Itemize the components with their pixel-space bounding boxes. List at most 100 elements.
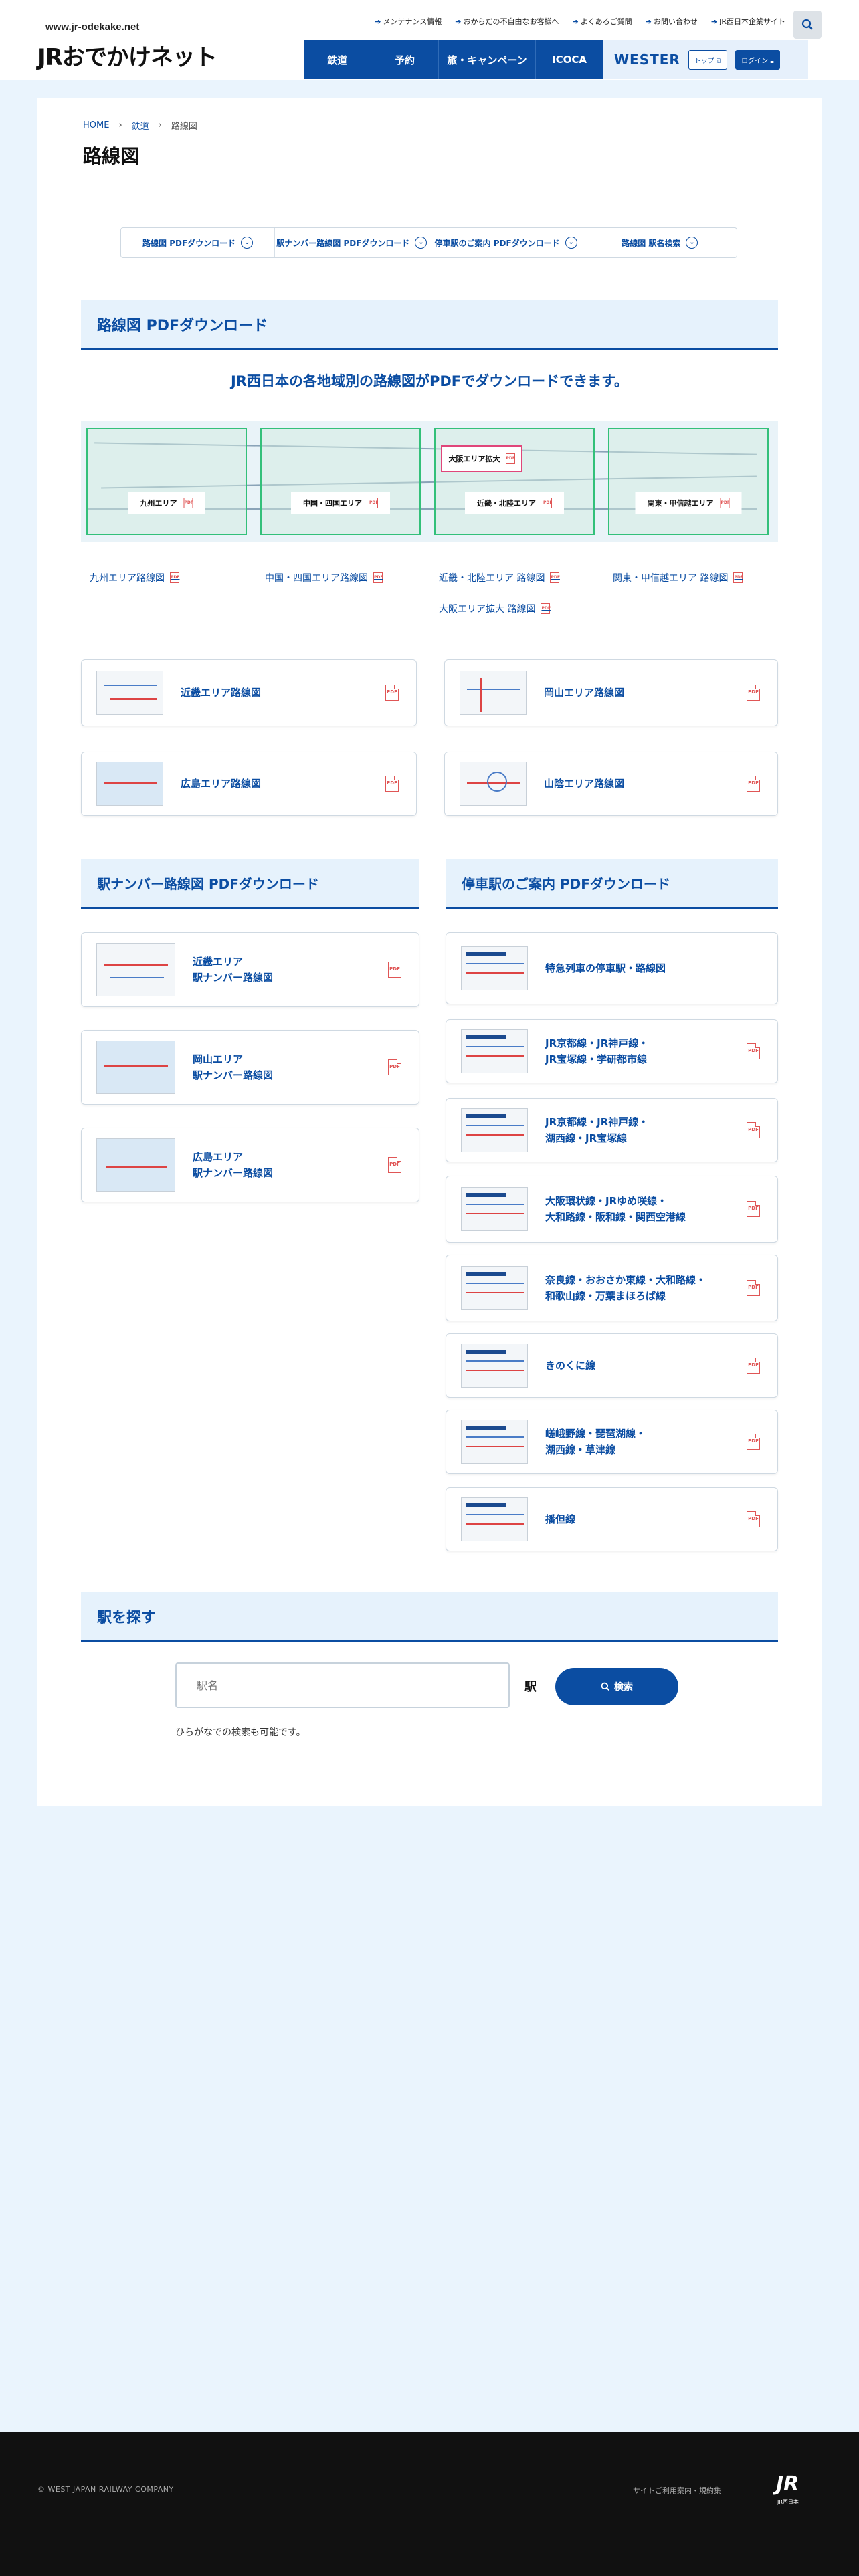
breadcrumb-home[interactable]: HOME: [83, 120, 109, 130]
breadcrumb-railway[interactable]: 鉄道: [132, 119, 149, 132]
table-thumbnail: [461, 1497, 528, 1541]
pdf-card-stops[interactable]: 大阪環状線・JRゆめ咲線・ 大和路線・阪和線・関西空港線 PDF: [446, 1176, 778, 1243]
pdf-icon: PDF: [747, 1358, 760, 1374]
wester-login-button[interactable]: ログイン 🔒︎: [735, 49, 780, 70]
chevron-down-icon: ⌄: [565, 237, 577, 249]
map-label: 関東・甲信越エリア PDF: [635, 492, 742, 514]
anchor-stops[interactable]: 停車駅のご案内 PDFダウンロード ⌄: [430, 228, 583, 257]
site-logo[interactable]: JRおでかけネット: [37, 39, 217, 72]
site-url: www.jr-odekake.net: [45, 21, 140, 33]
pdf-card-hiroshima-area[interactable]: 広島エリア路線図 PDF: [81, 752, 417, 816]
pdf-icon: PDF: [369, 498, 378, 508]
pdf-card-sanin-area[interactable]: 山陰エリア路線図 PDF: [444, 752, 778, 816]
anchor-nav: 路線図 PDFダウンロード ⌄ 駅ナンバー路線図 PDFダウンロード ⌄ 停車駅のご…: [120, 227, 737, 258]
pdf-icon: PDF: [747, 1043, 760, 1059]
pdf-card-stops[interactable]: 特急列車の停車駅・路線図: [446, 932, 778, 1004]
pdf-icon: PDF: [373, 572, 383, 583]
pdf-card-stops[interactable]: 播但線 PDF: [446, 1487, 778, 1551]
table-thumbnail: [461, 1344, 528, 1388]
search-icon: [801, 19, 813, 30]
station-search-input[interactable]: [175, 1662, 510, 1708]
jr-west-logo-text: JR西日本: [777, 2499, 799, 2505]
arrow-icon: ➔: [375, 17, 381, 26]
pdf-icon: PDF: [505, 453, 515, 464]
pdf-card-stops[interactable]: JR京都線・JR神戸線・ 湖西線・JR宝塚線 PDF: [446, 1098, 778, 1162]
pdf-icon: PDF: [747, 776, 760, 792]
util-link-contact[interactable]: ➔ お問い合わせ: [646, 16, 698, 27]
link-kanto-map[interactable]: 関東・甲信越エリア 路線図 PDF: [613, 571, 743, 584]
anchor-station-search[interactable]: 路線図 駅名検索 ⌄: [583, 228, 737, 257]
map-thumbnail: [460, 671, 527, 715]
pdf-icon: PDF: [747, 1511, 760, 1527]
pdf-icon: PDF: [733, 572, 743, 583]
section-heading-station-number: 駅ナンバー路線図 PDFダウンロード: [81, 859, 419, 909]
link-osaka-enlarged-map[interactable]: 大阪エリア拡大 路線図 PDF: [439, 602, 551, 615]
external-link-icon: ⧉: [717, 57, 722, 65]
wester-area: WESTER トップ ⧉ ログイン 🔒︎: [603, 40, 808, 79]
pdf-card-stops[interactable]: 嵯峨野線・琵琶湖線・ 湖西線・草津線 PDF: [446, 1410, 778, 1474]
breadcrumb-current: 路線図: [171, 122, 197, 132]
pdf-card-okayama-area[interactable]: 岡山エリア路線図 PDF: [444, 659, 778, 726]
pdf-card-stops[interactable]: きのくに線 PDF: [446, 1333, 778, 1398]
pdf-icon: PDF: [550, 572, 560, 583]
pdf-icon: PDF: [170, 572, 179, 583]
pdf-icon: PDF: [747, 1434, 760, 1450]
anchor-station-number[interactable]: 駅ナンバー路線図 PDFダウンロード ⌄: [275, 228, 430, 257]
station-search-button[interactable]: 検索: [555, 1668, 678, 1705]
map-area-osaka-enlarged[interactable]: 大阪エリア拡大 PDF: [441, 445, 522, 472]
section-heading-station-search: 駅を探す: [81, 1592, 778, 1642]
map-thumbnail: [96, 671, 163, 715]
pdf-icon: PDF: [385, 685, 399, 701]
header-search-button[interactable]: [793, 11, 822, 39]
pdf-card-stops[interactable]: 奈良線・おおさか東線・大和路線・ 和歌山線・万葉まほろば線 PDF: [446, 1255, 778, 1321]
section-heading-route-map: 路線図 PDFダウンロード: [81, 300, 778, 350]
pdf-icon: PDF: [388, 1157, 401, 1173]
chevron-down-icon: ⌄: [686, 237, 698, 249]
wester-logo[interactable]: WESTER: [614, 51, 680, 68]
link-kyushu-map[interactable]: 九州エリア路線図 PDF: [90, 571, 179, 584]
wester-top-button[interactable]: トップ ⧉: [688, 49, 728, 70]
map-thumbnail: [460, 762, 527, 806]
map-area-chugoku-shikoku[interactable]: 中国・四国エリア PDF: [260, 428, 421, 535]
jr-west-logo[interactable]: JR: [776, 2474, 799, 2494]
map-area-kinki-hokuriku[interactable]: 近畿・北陸エリア PDF: [434, 428, 595, 535]
anchor-route-map[interactable]: 路線図 PDFダウンロード ⌄: [121, 228, 276, 257]
pdf-icon: PDF: [543, 498, 552, 508]
station-suffix: 駅: [524, 1680, 537, 1694]
map-thumbnail: [96, 762, 163, 806]
nav-reservation[interactable]: 予約: [371, 40, 439, 79]
pdf-card-kinki-station-number[interactable]: 近畿エリア 駅ナンバー路線図 PDF: [81, 932, 419, 1007]
terms-link[interactable]: サイトご利用案内・規約集: [633, 2485, 721, 2496]
pdf-card-stops[interactable]: JR京都線・JR神戸線・ JR宝塚線・学研都市線 PDF: [446, 1019, 778, 1083]
pdf-card-hiroshima-station-number[interactable]: 広島エリア 駅ナンバー路線図 PDF: [81, 1128, 419, 1202]
pdf-icon: PDF: [747, 685, 760, 701]
link-chugoku-shikoku-map[interactable]: 中国・四国エリア路線図 PDF: [265, 571, 383, 584]
pdf-card-kinki-area[interactable]: 近畿エリア路線図 PDF: [81, 659, 417, 726]
pdf-icon: PDF: [385, 776, 399, 792]
table-thumbnail: [461, 1420, 528, 1464]
map-label: 九州エリア PDF: [128, 492, 205, 514]
pdf-card-okayama-station-number[interactable]: 岡山エリア 駅ナンバー路線図 PDF: [81, 1030, 419, 1105]
util-link-accessibility[interactable]: ➔ おからだの不自由なお客様へ: [455, 16, 559, 27]
nav-icoca[interactable]: ICOCA: [536, 40, 603, 79]
table-thumbnail: [461, 1029, 528, 1073]
chevron-down-icon: ⌄: [241, 237, 254, 249]
pdf-icon: PDF: [720, 498, 730, 508]
pdf-icon: PDF: [747, 1122, 760, 1138]
util-link-maintenance[interactable]: ➔ メンテナンス情報: [375, 16, 442, 27]
util-link-corporate[interactable]: ➔ JR西日本企業サイト: [711, 16, 785, 27]
pdf-icon: PDF: [388, 1059, 401, 1075]
util-link-faq[interactable]: ➔ よくあるご質問: [572, 16, 632, 27]
map-area-kanto[interactable]: 関東・甲信越エリア PDF: [608, 428, 769, 535]
page-title: 路線図: [83, 145, 140, 167]
map-label: 近畿・北陸エリア PDF: [465, 492, 564, 514]
map-area-kyushu[interactable]: 九州エリア PDF: [86, 428, 247, 535]
section-heading-stops: 停車駅のご案内 PDFダウンロード: [446, 859, 778, 909]
nav-travel-campaign[interactable]: 旅・キャンペーン: [439, 40, 536, 79]
map-label: 中国・四国エリア PDF: [291, 492, 390, 514]
nav-railway[interactable]: 鉄道: [304, 40, 371, 79]
site-footer: © WEST JAPAN RAILWAY COMPANY サイトご利用案内・規約…: [0, 2432, 859, 2576]
link-kinki-hokuriku-map[interactable]: 近畿・北陸エリア 路線図 PDF: [439, 571, 560, 584]
map-thumbnail: [96, 1138, 175, 1192]
arrow-icon: ➔: [572, 17, 579, 26]
